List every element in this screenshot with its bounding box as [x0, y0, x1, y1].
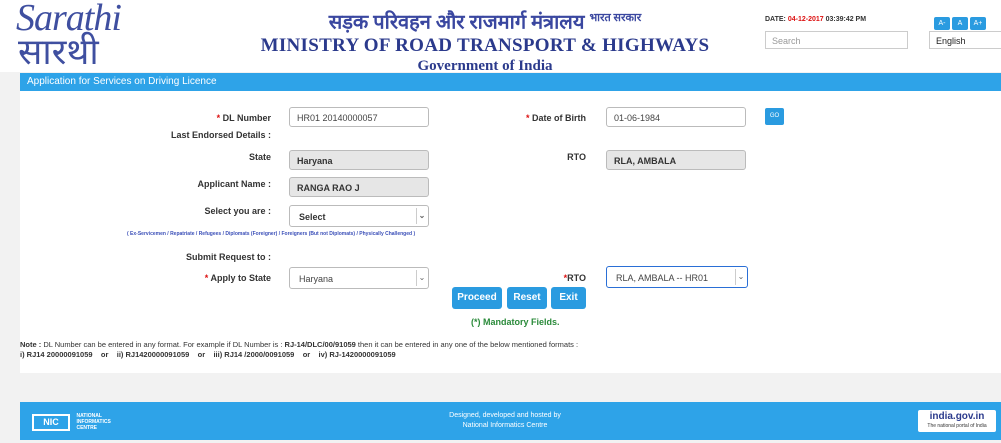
- hindi-title: सड़क परिवहन और राजमार्ग मंत्रालय भारत सर…: [328, 11, 642, 34]
- proceed-button[interactable]: Proceed: [452, 287, 502, 309]
- india-gov-tagline: The national portal of India: [927, 423, 987, 429]
- ministry-name: MINISTRY OF ROAD TRANSPORT & HIGHWAYS: [260, 34, 710, 56]
- font-size-controls: A- A A+: [934, 12, 988, 30]
- india-gov-name: india.gov.in: [929, 411, 985, 422]
- state-label: State: [248, 152, 271, 162]
- go-button[interactable]: GO: [765, 108, 784, 125]
- state-field: Haryana: [289, 150, 429, 170]
- nic-logo-mark: NIC: [32, 413, 70, 431]
- chevron-down-icon: ⌄: [416, 270, 427, 286]
- rto-field: RLA, AMBALA: [606, 150, 746, 170]
- page-footer: NIC NATIONAL INFORMATICS CENTRE Designed…: [20, 402, 1001, 440]
- font-normal-button[interactable]: A: [952, 17, 968, 30]
- reset-button[interactable]: Reset: [507, 287, 547, 309]
- category-hint: ( Ex-Servicemen / Repatriate / Refugees …: [127, 231, 416, 237]
- applicant-name-field: RANGA RAO J: [289, 177, 429, 197]
- hindi-govt: भारत सरकार: [589, 12, 642, 24]
- mandatory-fields-note: (*) Mandatory Fields.: [471, 317, 560, 327]
- rto-label: RTO: [567, 152, 586, 162]
- chevron-down-icon: ⌄: [416, 208, 427, 224]
- select-you-are-label: Select you are :: [204, 206, 271, 216]
- note-formats: i) RJ14 20000091059 or ii) RJ14200000910…: [20, 350, 396, 359]
- time-value: 03:39:42 PM: [825, 16, 867, 23]
- dob-input[interactable]: 01-06-1984: [606, 107, 746, 127]
- dl-format-note: Note : DL Number can be entered in any f…: [20, 340, 1000, 360]
- note-line-1: Note : DL Number can be entered in any f…: [20, 340, 579, 349]
- dl-number-label: * DL Number: [216, 113, 271, 123]
- government-name: Government of India: [417, 57, 553, 74]
- rto-select[interactable]: RLA, AMBALA -- HR01 ⌄: [606, 266, 748, 288]
- date-value: 04-12-2017: [787, 16, 824, 23]
- note-example: RJ-14/DLC/00/91059: [284, 340, 356, 349]
- sarathi-logo[interactable]: Sarathi सारथी: [14, 0, 124, 72]
- date-time: DATE: 04-12-2017 03:39:42 PM: [765, 16, 867, 23]
- dob-label: * Date of Birth: [525, 113, 586, 123]
- page-header: Sarathi सारथी सड़क परिवहन और राजमार्ग मं…: [0, 0, 1001, 75]
- footer-credits: Designed, developed and hosted by Nation…: [449, 412, 561, 429]
- application-form: * DL Number HR01 20140000057 * Date of B…: [20, 91, 1001, 373]
- last-endorsed-label: Last Endorsed Details :: [170, 130, 271, 140]
- font-increase-button[interactable]: A+: [970, 17, 986, 30]
- nic-logo[interactable]: NIC NATIONAL INFORMATICS CENTRE: [32, 413, 142, 431]
- nic-logo-text: NATIONAL INFORMATICS CENTRE: [76, 413, 111, 431]
- ministry-title: सड़क परिवहन और राजमार्ग मंत्रालय भारत सर…: [250, 6, 720, 75]
- search-input[interactable]: Search: [765, 31, 908, 49]
- font-decrease-button[interactable]: A-: [934, 17, 950, 30]
- rto2-label: *RTO: [563, 273, 586, 283]
- apply-state-label: * Apply to State: [204, 273, 271, 283]
- dl-number-input[interactable]: HR01 20140000057: [289, 107, 429, 127]
- applicant-name-label: Applicant Name :: [197, 179, 271, 189]
- apply-state-select[interactable]: Haryana ⌄: [289, 267, 429, 289]
- language-select[interactable]: English: [929, 31, 1001, 49]
- section-title-bar: Application for Services on Driving Lice…: [20, 73, 1001, 91]
- category-select[interactable]: Select ⌄: [289, 205, 429, 227]
- exit-button[interactable]: Exit: [551, 287, 586, 309]
- india-gov-logo[interactable]: india.gov.in The national portal of Indi…: [918, 410, 996, 432]
- submit-request-label: Submit Request to :: [186, 252, 271, 262]
- logo-text-hindi: सारथी: [18, 32, 99, 72]
- chevron-down-icon: ⌄: [735, 269, 746, 285]
